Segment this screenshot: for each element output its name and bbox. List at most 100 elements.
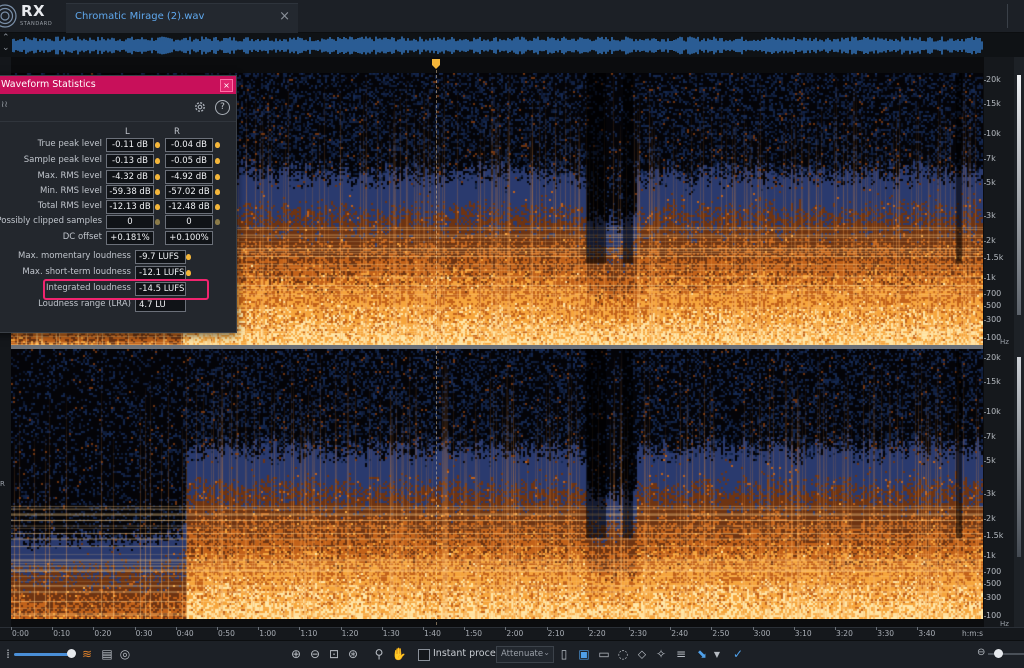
frequency-tick-label: 2k [984,236,996,245]
loudness-label: Loudness range (LRA) [38,299,131,309]
time-tick-label: 0:40 [175,627,194,638]
stat-value-left: -0.13 dB [106,154,154,168]
zoom-fit-icon[interactable]: ⊛ [345,646,361,662]
graph-icon[interactable]: ≀≀ [1,100,8,110]
time-tick-label: 2:10 [546,627,565,638]
top-tab-bar: RX STANDARD Chromatic Mirage (2).wav × [0,0,1024,33]
spectrogram-channel-right[interactable] [11,349,983,619]
locate-marker-icon[interactable] [215,142,220,148]
tab-close-icon[interactable]: × [279,9,290,24]
stat-value-left: -59.38 dB [106,185,154,199]
frequency-tick-label: 5k [984,178,996,187]
time-units-label: h:m:s [962,629,984,638]
integrated-loudness-highlight [43,279,209,300]
frequency-tick-label: 10k [984,407,1001,416]
loudness-label: Max. short-term loudness [22,267,131,277]
stats-close-icon[interactable]: × [220,79,233,92]
frequency-tick-label: 700 [983,567,1002,576]
rx-editor-window: RX STANDARD Chromatic Mirage (2).wav × ⌃… [0,0,1024,668]
instant-process-mode-select[interactable]: Attenuate ⌄ [496,646,554,663]
frequency-tick-label: 15k [984,377,1001,386]
frequency-tick-label: 20k [984,353,1001,362]
frequency-tick-label: 1.5k [983,531,1004,540]
chevron-down-icon: ⌄ [543,648,550,657]
locate-marker-icon[interactable] [186,254,191,260]
file-tab-label[interactable]: Chromatic Mirage (2).wav [75,11,204,22]
locate-marker-icon[interactable] [155,189,160,195]
magnify-icon[interactable]: ⚲ [371,646,387,662]
waveform-spectrogram-slider[interactable] [14,653,74,656]
vertical-zoom-out-icon[interactable]: ⊖ [977,647,985,658]
stats-title-bar[interactable]: Waveform Statistics × [0,76,236,94]
time-ruler[interactable]: h:m:s 0:00 0:10 0:20 0:30 0:40 0:50 1:00 1:10 1:… [0,627,1024,640]
slider-knob[interactable] [67,649,76,658]
playhead-handle-icon[interactable] [431,58,441,70]
snapshot-icon[interactable]: ◎ [117,646,133,662]
locate-marker-icon[interactable] [215,204,220,210]
overview-waveform[interactable] [12,35,984,56]
spectrogram-right-canvas[interactable] [11,349,983,619]
time-selection-icon[interactable]: ▯ [556,646,572,662]
locate-marker-icon[interactable] [186,270,191,276]
frequency-tick-label: 5k [984,456,996,465]
loudness-value: 4.7 LU [135,298,186,312]
gear-icon[interactable] [193,100,207,114]
lasso-icon[interactable]: ◌ [615,646,631,662]
locate-marker-icon[interactable] [155,158,160,164]
locate-marker-icon[interactable] [155,204,160,210]
time-tick-label: 3:00 [752,627,771,638]
zoom-out-icon[interactable]: ⊖ [307,646,323,662]
stat-value-right: 0 [165,215,213,229]
amplitude-indicator-top [1017,75,1021,315]
locate-marker-icon[interactable] [215,189,220,195]
collapse-overview-icon[interactable]: ⌃ ⌄ [2,33,10,53]
hand-icon[interactable]: ✋ [391,646,407,662]
amplitude-indicator-bottom [1017,357,1021,557]
frequency-tick-label: 10k [984,129,1001,138]
stats-title: Waveform Statistics [1,79,96,90]
time-tick-label: 2:40 [670,627,689,638]
frequency-tick-label: 3k [984,211,996,220]
locate-marker-icon[interactable] [215,219,220,225]
waveform-statistics-panel: Waveform Statistics × ≀≀ ? L R True peak… [0,75,237,333]
locate-marker-icon[interactable] [155,174,160,180]
column-header-left: L [125,127,130,137]
time-tick-label: 3:30 [876,627,895,638]
amplitude-scale[interactable] [1014,57,1024,627]
stat-value-left: -0.11 dB [106,138,154,152]
instant-process-checkbox[interactable] [418,649,430,661]
frequency-unit-label: Hz [1000,338,1009,346]
harmonic-selection-icon[interactable]: ≡ [673,646,689,662]
frequency-tick-label: 300 [983,593,1002,602]
stat-label: DC offset [62,232,102,242]
file-tab[interactable]: Chromatic Mirage (2).wav × [66,3,298,33]
locate-marker-icon[interactable] [215,174,220,180]
time-frequency-selection-icon[interactable]: ▣ [576,646,592,662]
waveform-overview[interactable]: ⌃ ⌄ [0,33,1024,58]
frequency-tick-label: 3k [984,489,996,498]
column-header-right: R [174,127,180,137]
frequency-selection-icon[interactable]: ▭ [596,646,612,662]
selection-mode-dropdown-icon[interactable]: ▼ [709,646,725,662]
frequency-tick-label: 2k [984,514,996,523]
time-tick-label: 0:20 [93,627,112,638]
locate-marker-icon[interactable] [215,158,220,164]
magic-wand-icon[interactable]: ✧ [653,646,669,662]
zoom-in-icon[interactable]: ⊕ [288,646,304,662]
markers-list-icon[interactable]: ▤ [99,646,115,662]
frequency-scale[interactable]: 20k 20k 15k 15k 10k 10k 7k 7k 5k 5k 3k 3k 2k 2k 1.5k 1.… [983,57,1014,628]
waveform-spectrogram-toggle[interactable]: ≋ [79,646,95,662]
smart-select-icon[interactable]: ✓ [730,646,746,662]
brush-icon[interactable]: ⬦ [634,646,650,662]
locate-marker-icon[interactable] [155,142,160,148]
help-icon[interactable]: ? [215,100,230,115]
frequency-tick-label: 500 [983,301,1002,310]
stat-label: Total RMS level [37,201,102,211]
channel-label-right: R [0,480,5,488]
time-tick-label: 1:10 [299,627,318,638]
locate-marker-icon[interactable] [155,219,160,225]
zoom-selection-icon[interactable]: ⊡ [326,646,342,662]
playhead-line[interactable] [436,65,438,625]
selection-mode-icon[interactable]: ⬊ [694,646,710,662]
vertical-zoom-knob[interactable] [994,649,1003,658]
